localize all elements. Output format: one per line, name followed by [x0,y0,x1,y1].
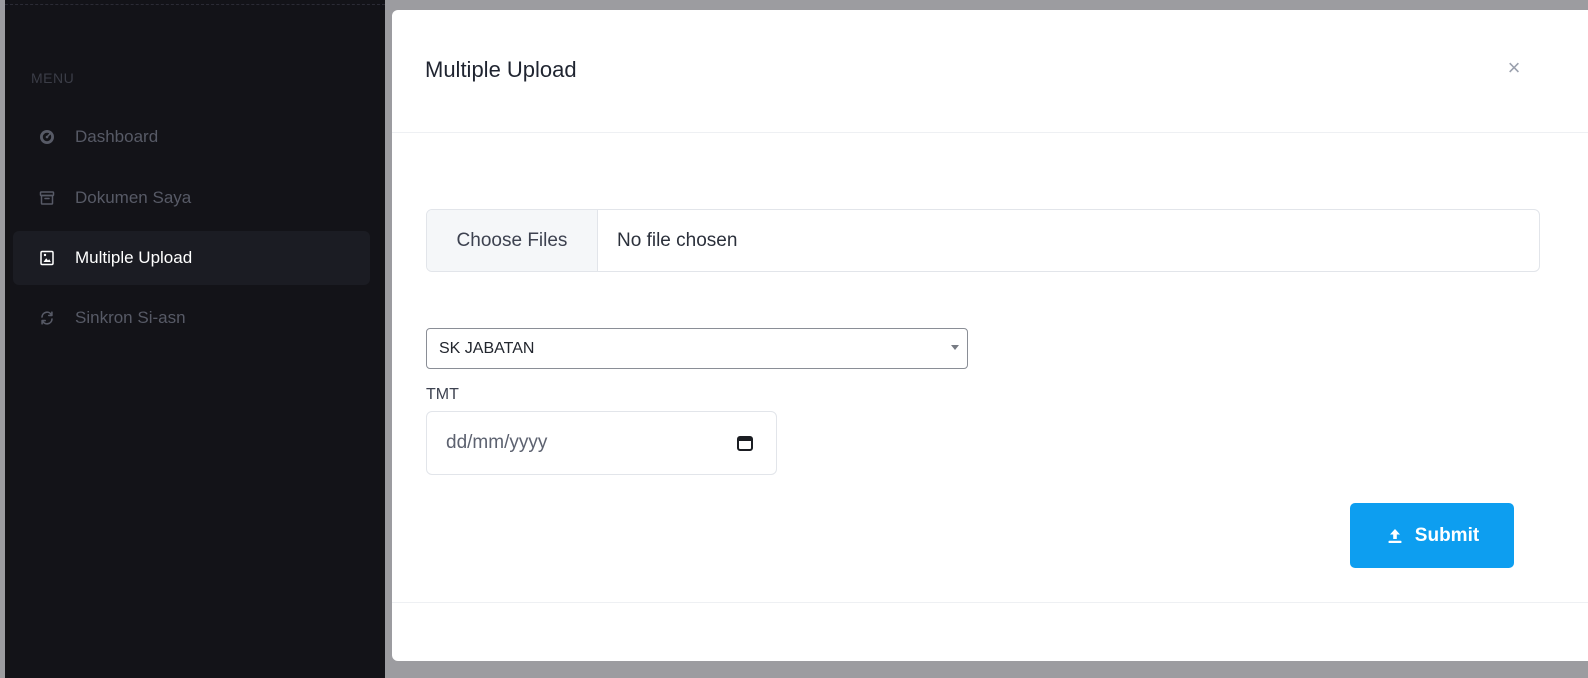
calendar-icon[interactable] [736,434,754,452]
file-upload-input[interactable]: Choose Files No file chosen [426,209,1540,272]
sidebar-item-dashboard[interactable]: Dashboard [13,110,370,164]
image-document-icon [38,249,56,267]
modal-footer-divider [392,602,1588,603]
tmt-date-input[interactable]: dd/mm/yyyy [426,411,777,475]
file-status-text: No file chosen [617,229,738,251]
document-type-select[interactable]: SK JABATAN [426,328,968,369]
modal-header: Multiple Upload × [392,10,1588,133]
sidebar-item-label: Multiple Upload [75,248,193,267]
submit-button[interactable]: Submit [1350,503,1514,568]
caret-down-icon [951,345,959,350]
tmt-date-placeholder: dd/mm/yyyy [446,432,548,453]
sidebar-item-dokumen-saya[interactable]: Dokumen Saya [13,171,370,225]
archive-box-icon [38,189,56,207]
modal-title: Multiple Upload [425,57,577,82]
choose-files-button[interactable]: Choose Files [427,210,598,271]
sidebar-item-label: Dokumen Saya [75,188,192,207]
submit-label: Submit [1414,524,1480,546]
close-icon[interactable]: × [1502,56,1526,80]
multiple-upload-modal: Multiple Upload × Choose Files No file c… [392,10,1588,661]
sidebar-item-label: Dashboard [75,127,159,146]
sidebar: MENU Dashboard Dokumen Saya Multiple Upl… [5,0,385,678]
menu-heading: MENU [31,70,75,86]
tmt-label: TMT [426,386,459,403]
sidebar-item-label: Sinkron Si-asn [75,308,186,327]
sidebar-divider [5,4,385,5]
document-type-selected: SK JABATAN [439,339,535,357]
sync-icon [38,309,56,327]
sidebar-item-sinkron-si-asn[interactable]: Sinkron Si-asn [13,291,370,345]
sidebar-item-multiple-upload[interactable]: Multiple Upload [13,231,370,285]
dashboard-gauge-icon [38,128,56,146]
upload-icon [1385,526,1405,546]
